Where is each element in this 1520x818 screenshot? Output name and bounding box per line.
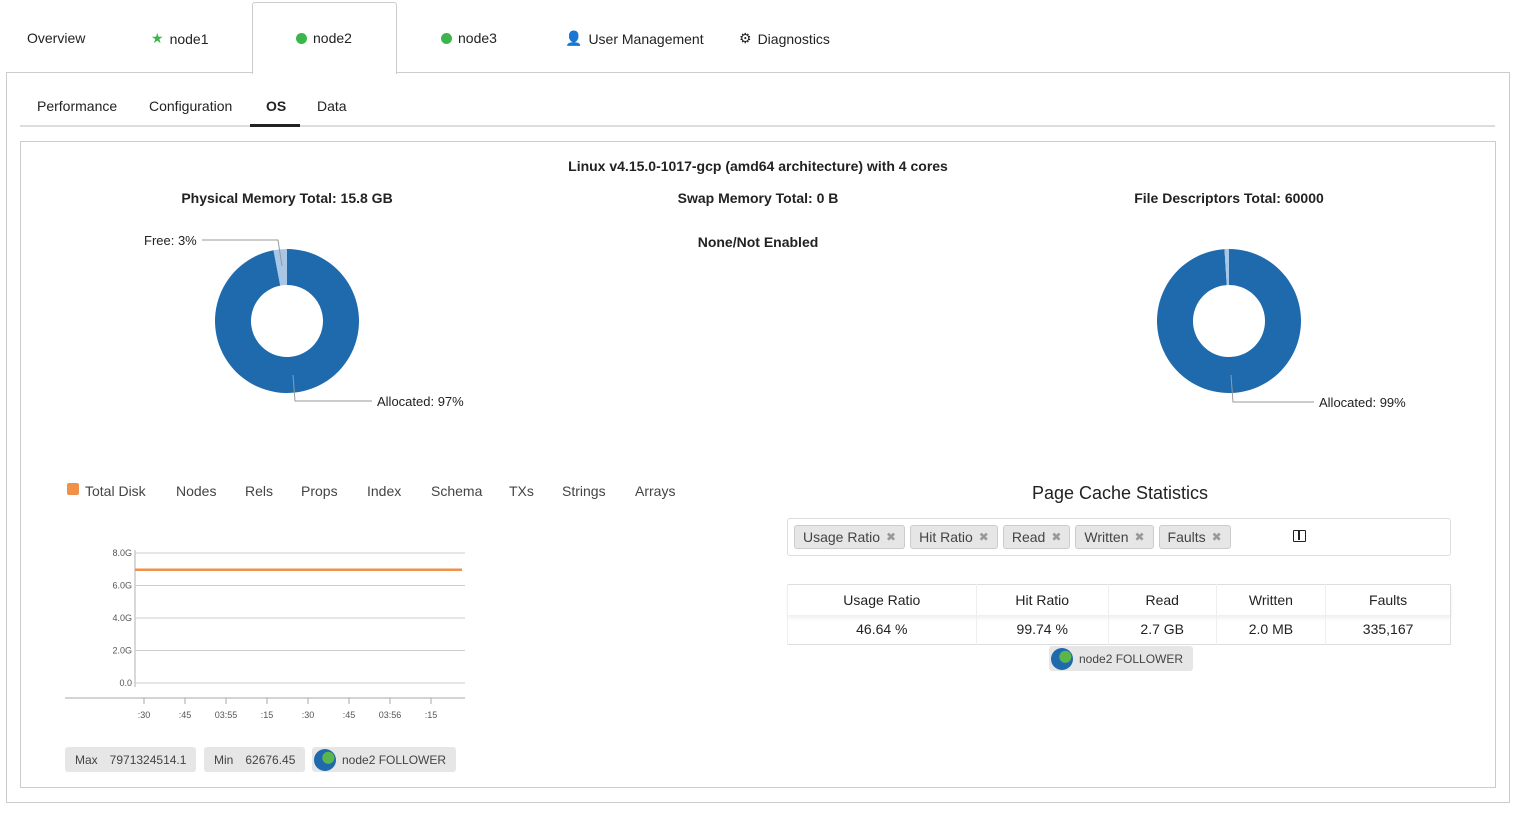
x-tick-label: 03:56 — [379, 710, 402, 720]
tab-diagnostics[interactable]: ⚙ Diagnostics — [739, 30, 830, 47]
column-header[interactable]: Hit Ratio — [975, 584, 1109, 615]
column-header[interactable]: Usage Ratio — [787, 584, 977, 615]
tab-overview[interactable]: Overview — [27, 30, 85, 46]
tab-node1[interactable]: ★ node1 — [151, 30, 209, 47]
tag-label: Hit Ratio — [919, 529, 973, 545]
x-tick-label: :15 — [425, 710, 438, 720]
gears-icon: ⚙ — [739, 30, 752, 46]
disk-line-chart: 0.0 2.0G 4.0G 6.0G 8.0G :30 :45 03:55 :15 :30 :45 0… — [65, 548, 465, 720]
table-cell: 335,167 — [1325, 614, 1451, 645]
disk-tab-index[interactable]: Index — [367, 483, 401, 499]
filter-tag[interactable]: Hit Ratio ✖ — [910, 525, 998, 549]
node-badge: node2 FOLLOWER — [312, 747, 457, 772]
tab-label: node2 — [313, 30, 352, 46]
filter-tag[interactable]: Faults ✖ — [1158, 525, 1231, 549]
disk-tab-schema[interactable]: Schema — [431, 483, 482, 499]
disk-tab-total[interactable]: Total Disk — [85, 483, 146, 499]
column-header[interactable]: Read — [1107, 584, 1217, 615]
status-dot-icon — [441, 32, 452, 44]
remove-tag-icon[interactable]: ✖ — [1134, 530, 1144, 544]
x-tick-label: :45 — [343, 710, 356, 720]
status-dot-icon — [296, 32, 307, 44]
table-cell: 2.0 MB — [1215, 614, 1326, 645]
x-tick-label: :15 — [261, 710, 274, 720]
node-badge-label: node2 FOLLOWER — [1079, 651, 1184, 666]
min-chip: Min 62676.45 — [204, 747, 306, 772]
cluster-icon — [314, 748, 336, 771]
disk-tab-strings[interactable]: Strings — [562, 483, 606, 499]
min-label: Min — [214, 752, 234, 767]
filter-tag[interactable]: Written ✖ — [1075, 525, 1154, 549]
tab-label: node3 — [458, 30, 497, 46]
allocated-slice — [1157, 249, 1302, 393]
max-chip: Max 7971324514.1 — [65, 747, 197, 772]
fd-donut — [1157, 249, 1302, 393]
remove-tag-icon[interactable]: ✖ — [886, 530, 896, 544]
tab-node2[interactable]: node2 — [296, 30, 352, 46]
allocated-label: Allocated: 97% — [377, 394, 464, 409]
node-badge-label: node2 FOLLOWER — [342, 752, 447, 767]
legend-swatch — [67, 483, 79, 495]
tab-label: User Management — [588, 30, 704, 47]
table-cell: 46.64 % — [787, 614, 977, 645]
tab-label: Overview — [27, 30, 86, 46]
y-tick-label: 8.0G — [112, 548, 132, 558]
y-tick-label: 0.0 — [119, 678, 132, 688]
columns-toggle-icon[interactable] — [1293, 530, 1306, 542]
remove-tag-icon[interactable]: ✖ — [979, 530, 989, 544]
user-icon: 👤 — [565, 30, 583, 46]
x-tick-label: :30 — [302, 710, 315, 720]
filter-tag[interactable]: Usage Ratio ✖ — [794, 525, 906, 549]
disk-tab-arrays[interactable]: Arrays — [635, 483, 675, 499]
y-tick-label: 6.0G — [112, 581, 132, 591]
fd-allocated-label: Allocated: 99% — [1319, 395, 1406, 410]
y-tick-label: 4.0G — [112, 613, 132, 623]
disk-tab-nodes[interactable]: Nodes — [176, 483, 216, 499]
cluster-icon — [1051, 647, 1073, 670]
column-header[interactable]: Written — [1215, 584, 1326, 615]
disk-tab-props[interactable]: Props — [301, 483, 338, 499]
max-value: 7971324514.1 — [109, 752, 187, 767]
table-cell: 2.7 GB — [1107, 614, 1217, 645]
y-tick-label: 2.0G — [112, 646, 132, 656]
tag-label: Read — [1011, 529, 1046, 545]
disk-tab-rels[interactable]: Rels — [245, 483, 273, 499]
min-value: 62676.45 — [245, 752, 296, 767]
page-cache-table: Usage Ratio Hit Ratio Read Written Faults 46… — [787, 584, 1451, 645]
page-cache-title: Page Cache Statistics — [1031, 483, 1209, 503]
disk-tab-txs[interactable]: TXs — [509, 483, 534, 499]
table-cell: 99.74 % — [975, 614, 1109, 645]
tag-label: Faults — [1167, 529, 1206, 545]
column-header[interactable]: Faults — [1325, 584, 1451, 615]
tab-label: Diagnostics — [757, 30, 830, 47]
donut-charts — [202, 239, 1314, 403]
tag-label: Written — [1084, 529, 1129, 545]
tab-node3[interactable]: node3 — [441, 30, 497, 46]
tab-label: node1 — [169, 30, 209, 47]
free-label: Free: 3% — [144, 233, 197, 248]
tab-user-management[interactable]: 👤 User Management — [565, 30, 704, 47]
remove-tag-icon[interactable]: ✖ — [1051, 530, 1061, 544]
x-tick-label: 03:55 — [215, 710, 238, 720]
remove-tag-icon[interactable]: ✖ — [1212, 530, 1222, 544]
x-tick-label: :30 — [138, 710, 151, 720]
max-label: Max — [75, 752, 98, 767]
filter-tag[interactable]: Read ✖ — [1002, 525, 1071, 549]
physical-memory-donut — [215, 249, 360, 394]
allocated-slice — [215, 249, 360, 394]
star-icon: ★ — [151, 30, 164, 46]
x-tick-label: :45 — [179, 710, 192, 720]
column-filter[interactable]: Usage Ratio ✖ Hit Ratio ✖ Read ✖ Written ✖ Fault… — [787, 518, 1451, 556]
tag-label: Usage Ratio — [803, 529, 881, 545]
page-cache-node-badge: node2 FOLLOWER — [1049, 646, 1194, 671]
